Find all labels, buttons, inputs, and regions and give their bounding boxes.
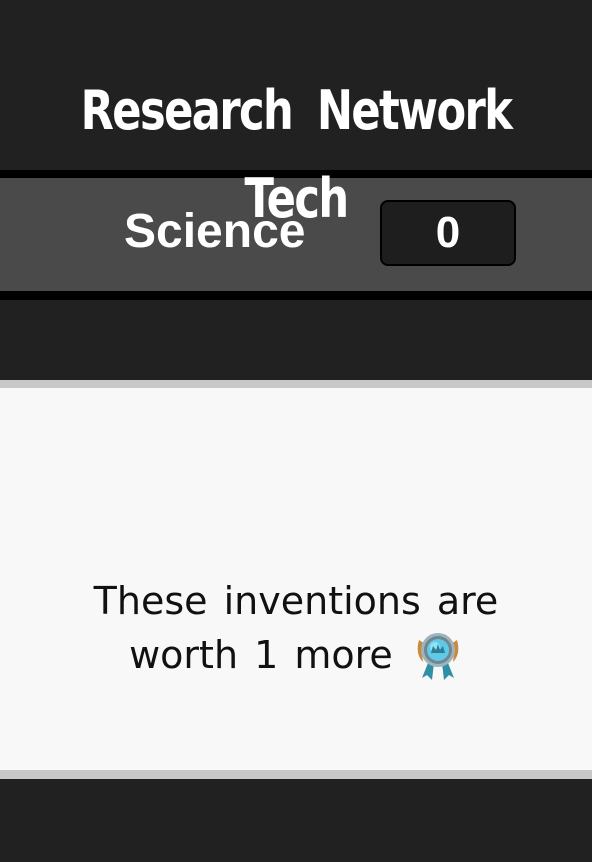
page-title: Research Network Tech — [59, 82, 533, 228]
science-bar-bottom-border — [0, 291, 592, 300]
title-line-2: Tech — [244, 167, 350, 230]
invention-card-text: These inventions are worth 1 more — [0, 574, 592, 682]
card-text-line-2: worth 1 more — [129, 633, 393, 677]
card-bottom-divider — [0, 770, 592, 779]
card-text-line-2-wrap: worth 1 more — [0, 628, 592, 682]
card-top-divider — [0, 380, 592, 388]
research-network-screen: Research Network Tech Science 0 These in… — [0, 0, 592, 862]
title-line-1: Research Network — [80, 79, 513, 142]
medal-icon — [417, 633, 459, 680]
card-text-line-1: These inventions are — [93, 579, 499, 623]
